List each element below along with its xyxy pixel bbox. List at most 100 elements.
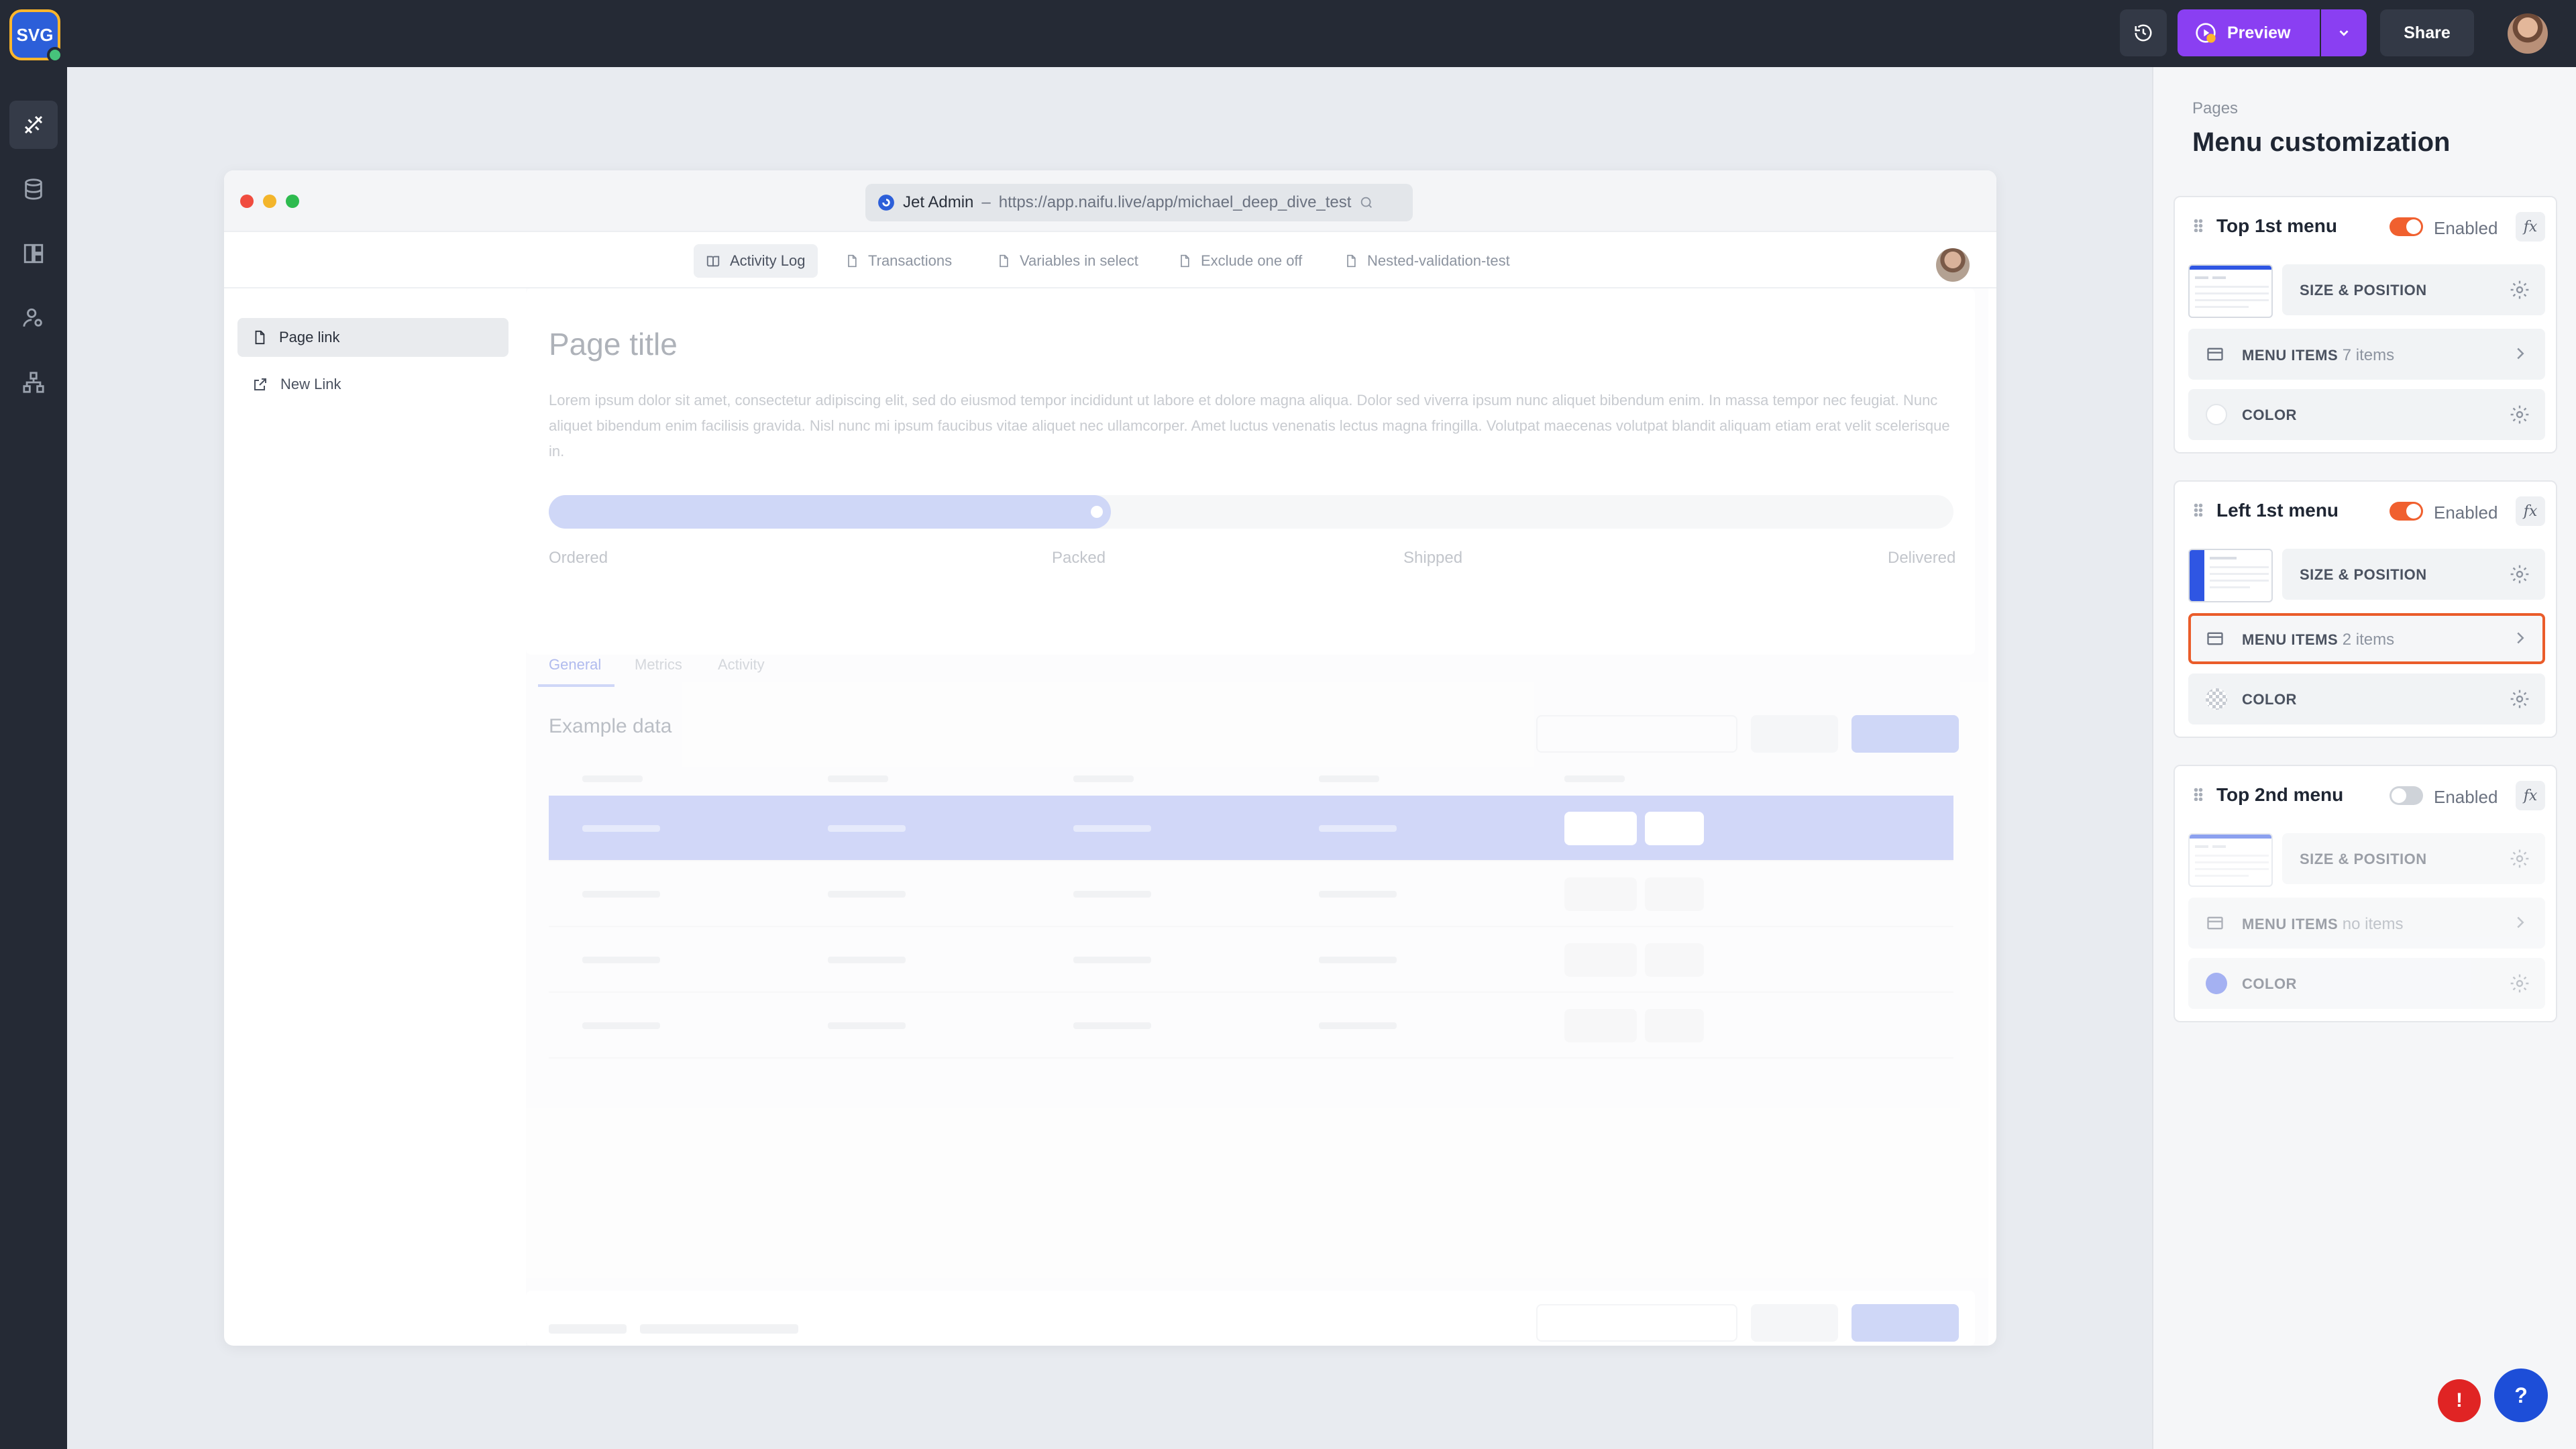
preview-button[interactable]: Preview xyxy=(2178,9,2320,56)
preview-play-icon xyxy=(2196,23,2216,43)
table-row[interactable] xyxy=(549,861,1953,927)
data-tab-metrics[interactable]: Metrics xyxy=(635,656,682,674)
url-bar[interactable]: Jet Admin – https://app.naifu.live/app/m… xyxy=(865,184,1413,221)
menu-tab-activity-log[interactable]: Activity Log xyxy=(694,244,818,278)
nav-sitemap-button[interactable] xyxy=(9,358,58,407)
enabled-toggle[interactable] xyxy=(2390,502,2423,521)
card-header: Top 2nd menu Enabled fx xyxy=(2175,766,2556,820)
menu-items-row[interactable]: MENU ITEMS no items xyxy=(2188,898,2545,949)
size-position-row[interactable]: SIZE & POSITION xyxy=(2282,264,2545,315)
column-header-placeholder xyxy=(828,775,888,782)
alert-button[interactable]: ! xyxy=(2438,1379,2481,1422)
menu-list-icon xyxy=(2207,916,2223,930)
color-swatch[interactable] xyxy=(2206,404,2227,425)
menu-tab-nested-validation-test[interactable]: Nested-validation-test xyxy=(1332,244,1522,278)
row-action-button[interactable] xyxy=(1564,943,1637,977)
app-user-avatar[interactable] xyxy=(1936,248,1970,282)
enabled-toggle[interactable] xyxy=(2390,217,2423,236)
side-item-new-link[interactable]: New Link xyxy=(237,365,508,404)
order-progress-bar xyxy=(549,495,1953,529)
user-avatar[interactable] xyxy=(2508,13,2548,54)
nav-users-button[interactable] xyxy=(9,294,58,342)
drag-handle-icon[interactable] xyxy=(2194,788,2203,801)
placeholder-input[interactable] xyxy=(1536,715,1737,753)
color-swatch[interactable] xyxy=(2206,688,2227,710)
menu-tab-transactions[interactable]: Transactions xyxy=(833,244,964,278)
url-text: https://app.naifu.live/app/michael_deep_… xyxy=(998,193,1352,211)
cell-placeholder xyxy=(828,825,906,832)
menu-tab-label: Nested-validation-test xyxy=(1367,252,1510,269)
drag-handle-icon[interactable] xyxy=(2194,503,2203,517)
row-action-button[interactable] xyxy=(1564,812,1637,845)
color-row[interactable]: COLOR xyxy=(2188,389,2545,440)
nav-layout-button[interactable] xyxy=(9,229,58,278)
drag-handle-icon[interactable] xyxy=(2194,219,2203,232)
enabled-label: Enabled xyxy=(2434,218,2498,238)
book-icon xyxy=(706,256,720,267)
table-row[interactable] xyxy=(549,927,1953,993)
side-item-label: Page link xyxy=(279,329,340,345)
color-row[interactable]: COLOR xyxy=(2188,674,2545,724)
maximize-dot xyxy=(286,195,299,208)
placeholder-primary-button[interactable] xyxy=(1851,715,1959,753)
row-action-button[interactable] xyxy=(1564,1009,1637,1042)
fx-button[interactable]: fx xyxy=(2516,496,2545,526)
help-button[interactable]: ? xyxy=(2494,1368,2548,1422)
data-tab-activity[interactable]: Activity xyxy=(718,656,765,674)
header-section: Page title Lorem ipsum dolor sit amet, c… xyxy=(526,288,1975,655)
placeholder-button[interactable] xyxy=(1751,1304,1838,1342)
menu-tab-exclude-one-off[interactable]: Exclude one off xyxy=(1166,244,1314,278)
cell-placeholder xyxy=(1319,891,1397,898)
progress-knob xyxy=(1090,506,1103,518)
menu-preview-thumbnail[interactable] xyxy=(2188,833,2273,887)
row-label: SIZE & POSITION xyxy=(2300,566,2427,583)
menu-preview-thumbnail[interactable] xyxy=(2188,549,2273,602)
share-button[interactable]: Share xyxy=(2380,9,2474,56)
size-position-row[interactable]: SIZE & POSITION xyxy=(2282,833,2545,884)
menu-card-top-2nd: Top 2nd menu Enabled fx SIZE & POSITION … xyxy=(2174,765,2557,1022)
gear-icon xyxy=(2510,690,2529,708)
menu-tab-variables-in-select[interactable]: Variables in select xyxy=(985,244,1150,278)
side-item-page-link[interactable]: Page link xyxy=(237,318,508,357)
row-action-button[interactable] xyxy=(1645,943,1704,977)
document-icon xyxy=(848,254,857,268)
history-button[interactable] xyxy=(2120,9,2167,56)
nav-design-button[interactable] xyxy=(9,101,58,149)
placeholder-input[interactable] xyxy=(1536,1304,1737,1342)
cell-placeholder xyxy=(582,891,660,898)
color-swatch[interactable] xyxy=(2206,973,2227,994)
fx-button[interactable]: fx xyxy=(2516,212,2545,241)
row-action-button[interactable] xyxy=(1645,877,1704,911)
size-position-row[interactable]: SIZE & POSITION xyxy=(2282,549,2545,600)
menu-items-row[interactable]: MENU ITEMS 2 items xyxy=(2188,613,2545,664)
fx-button[interactable]: fx xyxy=(2516,781,2545,810)
progress-fill xyxy=(549,495,1111,529)
placeholder-button[interactable] xyxy=(1751,715,1838,753)
row-label: MENU ITEMS 7 items xyxy=(2242,346,2395,364)
row-action-button[interactable] xyxy=(1564,877,1637,911)
preview-dropdown-button[interactable] xyxy=(2321,9,2367,56)
row-label: COLOR xyxy=(2242,975,2297,992)
enabled-toggle[interactable] xyxy=(2390,786,2423,805)
menu-items-row[interactable]: MENU ITEMS 7 items xyxy=(2188,329,2545,380)
table-row[interactable] xyxy=(549,993,1953,1059)
nav-data-button[interactable] xyxy=(9,165,58,213)
table-row[interactable] xyxy=(549,796,1953,861)
search-icon xyxy=(1361,197,1373,208)
alert-icon: ! xyxy=(2456,1389,2463,1411)
data-tab-general[interactable]: General xyxy=(549,656,601,674)
row-action-button[interactable] xyxy=(1645,812,1704,845)
row-action-button[interactable] xyxy=(1645,1009,1704,1042)
color-row[interactable]: COLOR xyxy=(2188,958,2545,1009)
items-count: no items xyxy=(2342,915,2404,933)
menu-preview-thumbnail[interactable] xyxy=(2188,264,2273,318)
card-header: Top 1st menu Enabled fx xyxy=(2175,197,2556,251)
close-dot xyxy=(240,195,254,208)
app-logo[interactable]: SVG xyxy=(9,9,63,63)
step-ordered: Ordered xyxy=(549,549,608,567)
placeholder-primary-button[interactable] xyxy=(1851,1304,1959,1342)
breadcrumb[interactable]: Pages xyxy=(2192,99,2238,118)
row-label: MENU ITEMS no items xyxy=(2242,915,2404,933)
document-icon xyxy=(1181,254,1189,268)
top-bar: SVG Preview Share xyxy=(0,0,2576,67)
